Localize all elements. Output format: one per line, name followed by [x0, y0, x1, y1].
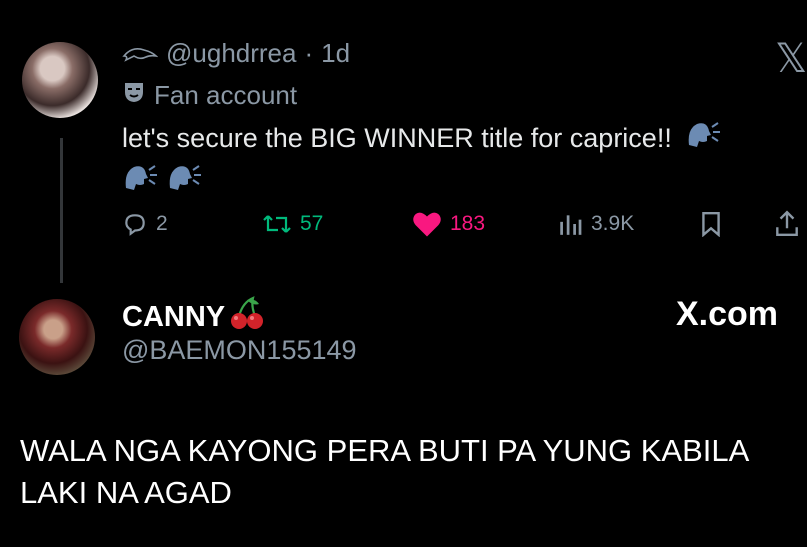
- avatar[interactable]: [19, 299, 95, 375]
- bookmark-button[interactable]: [700, 206, 722, 242]
- share-icon: [776, 210, 798, 236]
- x-com-brand: X.com: [676, 295, 779, 333]
- tweet-time[interactable]: 1d: [321, 38, 350, 69]
- dot-separator: ·: [304, 38, 314, 68]
- tweet-handle[interactable]: @ughdrrea: [166, 38, 296, 69]
- heart-icon: [413, 212, 441, 237]
- share-button[interactable]: [774, 206, 800, 242]
- retweet-count: 57: [300, 212, 324, 235]
- reply-button[interactable]: 2: [122, 206, 168, 242]
- dolphin-icon: [122, 38, 159, 69]
- avatar[interactable]: [22, 42, 98, 118]
- speaking-head-icon: [166, 162, 202, 203]
- tweet-text-content: let's secure the BIG WINNER title for ca…: [122, 123, 672, 153]
- reply-text: WALA NGA KAYONG PERA BUTI PA YUNG KABILA…: [20, 433, 748, 510]
- x-logo-icon: 𝕏: [775, 36, 807, 82]
- views-count: 3.9K: [591, 212, 635, 235]
- views-icon: [560, 215, 582, 235]
- speaking-head-icon: [685, 119, 721, 160]
- views-button[interactable]: 3.9K: [557, 206, 634, 242]
- tweet-actions: 2 57 183 3.9K: [122, 206, 802, 242]
- thread-line: [60, 138, 63, 283]
- like-count: 183: [450, 212, 486, 235]
- mask-icon: [122, 80, 146, 111]
- reply-count: 2: [156, 212, 168, 235]
- reply-handle[interactable]: @BAEMON155149: [122, 335, 357, 366]
- reply-display-name[interactable]: CANNY: [122, 301, 225, 334]
- retweet-button[interactable]: 57: [262, 206, 323, 242]
- retweet-icon: [263, 215, 291, 233]
- reply-icon: [125, 214, 145, 236]
- fan-account-label: Fan account: [154, 80, 298, 110]
- like-button[interactable]: 183: [412, 206, 485, 242]
- cherry-icon: [229, 296, 265, 338]
- tweet-text: let's secure the BIG WINNER title for ca…: [122, 118, 782, 203]
- fan-account-row: Fan account: [122, 80, 297, 111]
- reply-name-row: CANNY: [122, 296, 265, 338]
- speaking-head-icon: [122, 162, 158, 203]
- bookmark-icon: [702, 211, 720, 237]
- tweet-header: @ughdrrea · 1d: [122, 38, 350, 69]
